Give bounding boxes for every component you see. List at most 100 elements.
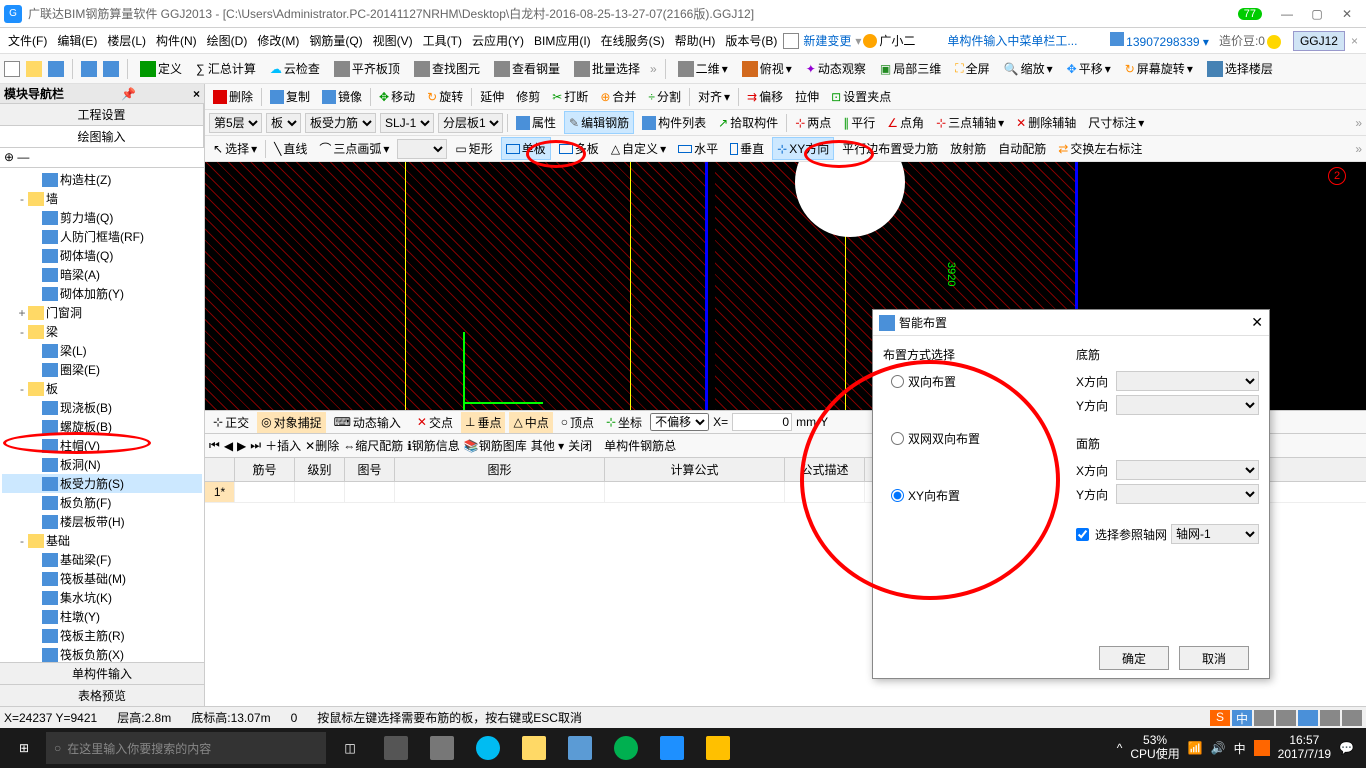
maximize-button[interactable]: ▢ bbox=[1302, 4, 1332, 24]
xy-direction-button[interactable]: ⊹XY方向 bbox=[772, 137, 834, 160]
grid-header[interactable]: 筋号 bbox=[235, 458, 295, 481]
swap-label-button[interactable]: ⇄交换左右标注 bbox=[1054, 138, 1146, 159]
ortho-toggle[interactable]: ⊹正交 bbox=[209, 412, 253, 433]
toolbar-icon-1[interactable]: ⊕ bbox=[4, 150, 14, 164]
offset-mode-select[interactable]: 不偏移 bbox=[650, 413, 709, 431]
taskbar-app-7[interactable] bbox=[650, 732, 694, 764]
bottom-x-select[interactable] bbox=[1116, 371, 1259, 391]
dialog-close-button[interactable]: ✕ bbox=[1251, 314, 1263, 331]
taskbar-app-5[interactable] bbox=[558, 732, 602, 764]
tree-item[interactable]: 砌体加筋(Y) bbox=[2, 284, 202, 303]
rebar-info-button[interactable]: ℹ钢筋信息 bbox=[407, 437, 460, 454]
ok-button[interactable]: 确定 bbox=[1099, 646, 1169, 670]
rotate-screen-button[interactable]: ↻屏幕旋转 ▾ bbox=[1121, 58, 1197, 79]
perp-snap[interactable]: ⊥垂点 bbox=[461, 412, 505, 433]
tree-item[interactable]: 圈梁(E) bbox=[2, 360, 202, 379]
grid-header[interactable]: 图形 bbox=[395, 458, 605, 481]
notification-icon[interactable]: 💬 bbox=[1339, 741, 1354, 755]
category-select[interactable]: 板 bbox=[266, 113, 301, 133]
custom-button[interactable]: △自定义 ▾ bbox=[607, 138, 670, 159]
midpoint-snap[interactable]: △中点 bbox=[509, 412, 552, 433]
define-button[interactable]: 定义 bbox=[136, 58, 186, 79]
auto-rebar-button[interactable]: 自动配筋 bbox=[994, 138, 1050, 159]
tree-item[interactable]: -墙 bbox=[2, 189, 202, 208]
menu-help[interactable]: 帮助(H) bbox=[671, 32, 720, 49]
menu-steel[interactable]: 钢筋量(Q) bbox=[305, 32, 366, 49]
delete-button[interactable]: 删除 bbox=[209, 86, 257, 107]
doc-tab[interactable]: GGJ12 bbox=[1293, 31, 1345, 51]
taskbar-app-4[interactable] bbox=[512, 732, 556, 764]
menu-floor[interactable]: 楼层(L) bbox=[103, 32, 150, 49]
tree-item[interactable]: 柱墩(Y) bbox=[2, 607, 202, 626]
batch-select-button[interactable]: 批量选择 bbox=[570, 58, 644, 79]
ref-grid-select[interactable]: 轴网-1 bbox=[1171, 524, 1259, 544]
intersect-snap[interactable]: ✕交点 bbox=[413, 412, 457, 433]
parallel-button[interactable]: ∥平行 bbox=[839, 112, 879, 133]
tree-item[interactable]: 暗梁(A) bbox=[2, 265, 202, 284]
horiz-button[interactable]: 水平 bbox=[674, 138, 722, 159]
task-view-icon[interactable]: ◫ bbox=[328, 732, 372, 764]
tray-ime[interactable]: 中 bbox=[1234, 740, 1246, 757]
break-button[interactable]: ✂打断 bbox=[548, 86, 592, 107]
top-x-select[interactable] bbox=[1116, 460, 1259, 480]
tree-item[interactable]: 剪力墙(Q) bbox=[2, 208, 202, 227]
save-icon[interactable] bbox=[48, 61, 64, 77]
component-tree[interactable]: 构造柱(Z)-墙剪力墙(Q)人防门框墙(RF)砌体墙(Q)暗梁(A)砌体加筋(Y… bbox=[0, 168, 204, 662]
sum-button[interactable]: ∑ 汇总计算 bbox=[192, 58, 260, 79]
tree-item[interactable]: 螺旋板(B) bbox=[2, 417, 202, 436]
stretch-button[interactable]: 拉伸 bbox=[791, 86, 823, 107]
tree-item[interactable]: 基础梁(F) bbox=[2, 550, 202, 569]
tree-item[interactable]: 板洞(N) bbox=[2, 455, 202, 474]
open-icon[interactable] bbox=[26, 61, 42, 77]
tree-item[interactable]: 板负筋(F) bbox=[2, 493, 202, 512]
tab-project-settings[interactable]: 工程设置 bbox=[0, 104, 204, 125]
extend-button[interactable]: 延伸 bbox=[476, 86, 508, 107]
tree-item[interactable]: 楼层板带(H) bbox=[2, 512, 202, 531]
tree-item[interactable]: 梁(L) bbox=[2, 341, 202, 360]
multi-board-button[interactable]: 多板 bbox=[555, 138, 603, 159]
phone-number[interactable]: 13907298339 bbox=[1126, 35, 1199, 49]
tree-item[interactable]: 筏板主筋(R) bbox=[2, 626, 202, 645]
tray-icon-1[interactable]: 📶 bbox=[1188, 741, 1203, 755]
tree-item[interactable]: 集水坑(K) bbox=[2, 588, 202, 607]
ime-icon-3[interactable] bbox=[1254, 710, 1274, 726]
split-button[interactable]: ÷分割 bbox=[644, 86, 685, 107]
rect-tool[interactable]: ▭矩形 bbox=[451, 138, 496, 159]
edit-steel-button[interactable]: ✎编辑钢筋 bbox=[564, 111, 634, 134]
taskbar-app-2[interactable] bbox=[420, 732, 464, 764]
menu-cloud[interactable]: 云应用(Y) bbox=[468, 32, 528, 49]
local-3d-button[interactable]: ▣局部三维 bbox=[876, 58, 945, 79]
ime-sogou-icon[interactable]: S bbox=[1210, 710, 1230, 726]
ime-icon-7[interactable] bbox=[1342, 710, 1362, 726]
menu-version[interactable]: 版本号(B) bbox=[721, 32, 781, 49]
rotate-button[interactable]: ↻旋转 bbox=[423, 86, 467, 107]
delaux-button[interactable]: ✕删除辅轴 bbox=[1012, 112, 1080, 133]
nav-prev-icon[interactable]: ◀ bbox=[224, 439, 233, 453]
undo-icon[interactable] bbox=[81, 61, 97, 77]
search-box[interactable]: ○在这里输入你要搜索的内容 bbox=[46, 732, 326, 764]
bottom-y-select[interactable] bbox=[1116, 395, 1259, 415]
offset-button[interactable]: ⇉偏移 bbox=[743, 86, 787, 107]
radio-dual-net[interactable]: 双网双向布置 bbox=[891, 430, 1066, 447]
tree-item[interactable]: 柱帽(V) bbox=[2, 436, 202, 455]
redo-icon[interactable] bbox=[103, 61, 119, 77]
type-select[interactable]: 板受力筋 bbox=[305, 113, 376, 133]
insert-rebar-button[interactable]: ＋插入 bbox=[265, 437, 301, 454]
tree-item[interactable]: -梁 bbox=[2, 322, 202, 341]
select-tool[interactable]: ↖选择 ▾ bbox=[209, 138, 261, 159]
other-button[interactable]: 其他 ▾ bbox=[531, 437, 564, 454]
attr-button[interactable]: 属性 bbox=[512, 112, 560, 133]
grid-header[interactable]: 计算公式 bbox=[605, 458, 785, 481]
ime-icon-5[interactable] bbox=[1298, 710, 1318, 726]
select-floor-button[interactable]: 选择楼层 bbox=[1203, 58, 1277, 79]
tree-item[interactable]: 构造柱(Z) bbox=[2, 170, 202, 189]
name-select[interactable]: SLJ-1 bbox=[380, 113, 434, 133]
delete-rebar-button[interactable]: ✕删除 bbox=[305, 437, 339, 454]
tree-item[interactable]: 筏板基础(M) bbox=[2, 569, 202, 588]
move-button[interactable]: ✥移动 bbox=[375, 86, 419, 107]
menu-online[interactable]: 在线服务(S) bbox=[597, 32, 669, 49]
extra-label[interactable]: 单构件输入中菜单栏工... bbox=[947, 32, 1077, 49]
panel-pin-icon[interactable]: 📌 bbox=[121, 87, 136, 101]
mirror-button[interactable]: 镜像 bbox=[318, 86, 366, 107]
clock[interactable]: 16:572017/7/19 bbox=[1278, 734, 1331, 762]
